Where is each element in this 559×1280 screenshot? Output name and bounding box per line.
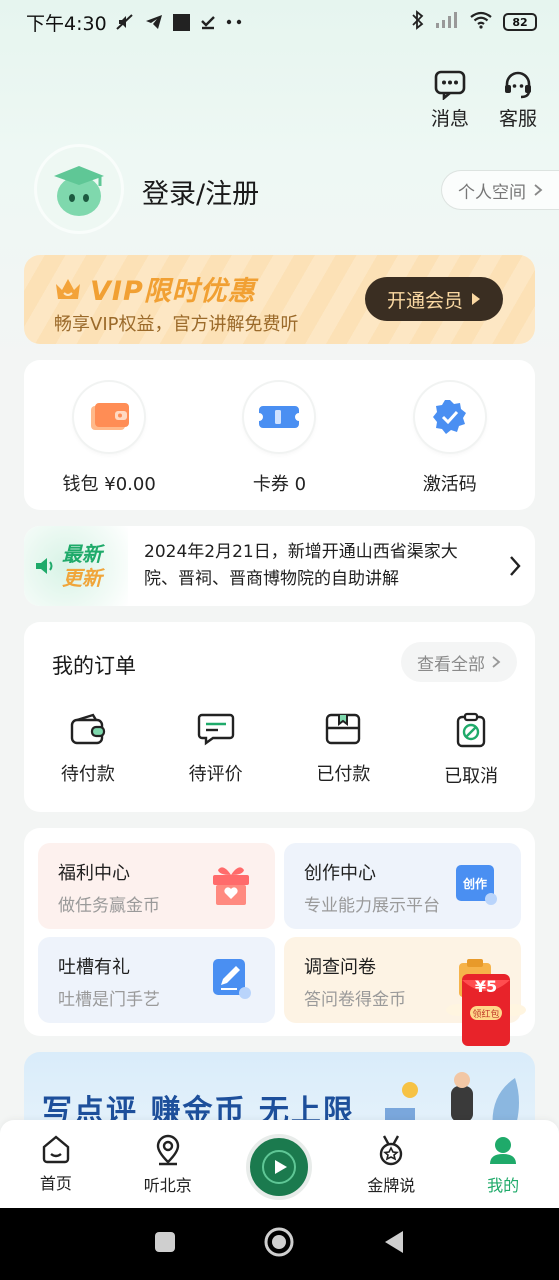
feedback-reward-item[interactable]: 吐槽有礼 吐槽是门手艺 (38, 937, 275, 1023)
paid-item[interactable]: 已付款 (280, 712, 408, 788)
customer-service-button[interactable]: 客服 (499, 70, 537, 131)
signal-icon (435, 11, 459, 34)
tab-label: 听北京 (143, 1176, 192, 1195)
square-icon (172, 13, 190, 31)
tab-label: 首页 (39, 1174, 72, 1193)
cancelled-item[interactable]: 已取消 (407, 712, 535, 788)
tab-gold-talk[interactable]: 金牌说 (335, 1120, 447, 1208)
red-packet-label: 领红包 (472, 1008, 499, 1020)
more-dots-icon (226, 19, 244, 25)
back-triangle-icon[interactable] (382, 1229, 406, 1259)
order-status-row: 待付款 待评价 已付款 已取消 (24, 712, 535, 788)
messages-label: 消息 (430, 108, 469, 130)
feedback-icon (209, 955, 253, 1005)
red-packet-amount: ¥5 (475, 977, 497, 996)
headset-icon (504, 71, 531, 99)
tab-home[interactable]: 首页 (0, 1120, 112, 1208)
recents-square-icon[interactable] (154, 1231, 176, 1257)
red-packet-float[interactable]: ¥5 领红包 (444, 968, 528, 1054)
comment-icon (197, 713, 234, 746)
activation-code-item[interactable]: 激活码 (365, 360, 535, 510)
vip-title: VIP限时优惠 (54, 269, 256, 308)
paid-icon (326, 713, 361, 745)
vip-title-text: VIP限时优惠 (90, 276, 256, 307)
wallet-label: 钱包 ¥0.00 (62, 474, 156, 495)
pending-review-item[interactable]: 待评价 (152, 712, 280, 788)
profile-section: 登录/注册 个人空间 (34, 144, 559, 236)
triangle-right-icon (472, 293, 480, 305)
red-envelope-icon: ¥5 领红包 (446, 974, 526, 1046)
service-label: 客服 (498, 108, 537, 130)
order-label: 已取消 (444, 766, 499, 787)
home-circle-icon[interactable] (263, 1226, 295, 1262)
tab-player[interactable] (224, 1120, 336, 1208)
wallet-card: 钱包 ¥0.00 卡券 0 激活码 (24, 360, 535, 510)
telegram-icon (145, 13, 163, 31)
profile-icon (490, 1137, 517, 1164)
download-done-icon (200, 14, 216, 30)
activation-icon (414, 382, 485, 452)
wallet-icon (74, 382, 145, 452)
coupon-icon (244, 382, 315, 452)
status-time: 下午4:30 (26, 12, 107, 35)
view-all-label: 查看全部 (417, 654, 485, 675)
gift-icon (209, 861, 253, 911)
personal-space-label: 个人空间 (458, 182, 526, 203)
creation-icon-text: 创作 (462, 876, 487, 891)
battery-icon: 82 (503, 13, 537, 31)
badge-line2: 更新 (62, 566, 102, 590)
personal-space-button[interactable]: 个人空间 (441, 170, 559, 210)
avatar[interactable] (34, 144, 124, 234)
tab-listen-beijing[interactable]: 听北京 (112, 1120, 224, 1208)
order-label: 已付款 (316, 764, 371, 785)
wallet-outline-icon (70, 713, 105, 745)
mascot-avatar-icon (54, 166, 104, 216)
welfare-center-item[interactable]: 福利中心 做任务赢金币 (38, 843, 275, 929)
wifi-icon (469, 11, 493, 34)
status-bar: 下午4:30 82 (0, 0, 559, 44)
coupon-label: 卡券 0 (252, 474, 307, 495)
vip-subtitle: 畅享VIP权益，官方讲解免费听 (54, 314, 299, 335)
tab-label: 我的 (487, 1176, 520, 1195)
creation-icon: 创作 (453, 861, 499, 911)
chevron-right-icon (492, 656, 501, 668)
crown-icon (56, 278, 80, 299)
wallet-item[interactable]: 钱包 ¥0.00 (24, 360, 194, 510)
top-actions: 消息 客服 (431, 70, 537, 131)
order-label: 待评价 (188, 764, 243, 785)
vip-banner[interactable]: VIP限时优惠 畅享VIP权益，官方讲解免费听 开通会员 (24, 255, 535, 344)
system-navigation-bar (0, 1208, 559, 1280)
news-banner[interactable]: 最新 更新 2024年2月21日，新增开通山西省渠家大院、晋祠、晋商博物院的自助… (24, 526, 535, 606)
location-icon (156, 1134, 179, 1166)
bottom-tab-bar: 首页 听北京 金牌说 我的 (0, 1120, 559, 1208)
login-register-link[interactable]: 登录/注册 (142, 172, 259, 211)
home-icon (42, 1135, 70, 1164)
open-vip-button[interactable]: 开通会员 (365, 277, 503, 321)
chevron-right-icon (534, 184, 543, 196)
medal-icon (380, 1135, 403, 1166)
orders-title: 我的订单 (52, 654, 136, 678)
badge-line1: 最新 (62, 542, 102, 566)
tab-mine[interactable]: 我的 (447, 1120, 559, 1208)
news-chevron-right-icon (495, 554, 535, 578)
cancelled-icon (456, 712, 486, 748)
pending-payment-item[interactable]: 待付款 (24, 712, 152, 788)
coupon-item[interactable]: 卡券 0 (194, 360, 364, 510)
view-all-orders-button[interactable]: 查看全部 (401, 642, 517, 682)
latest-update-badge: 最新 更新 (24, 526, 128, 606)
activation-label: 激活码 (422, 474, 477, 495)
speaker-icon (36, 558, 53, 574)
news-text: 2024年2月21日，新增开通山西省渠家大院、晋祠、晋商博物院的自助讲解 (144, 542, 458, 589)
play-button[interactable] (246, 1134, 313, 1200)
mute-icon (115, 12, 135, 32)
tab-label: 金牌说 (367, 1176, 416, 1195)
message-icon (434, 70, 466, 100)
creation-center-item[interactable]: 创作中心 专业能力展示平台 创作 (284, 843, 521, 929)
order-label: 待付款 (60, 764, 115, 785)
open-vip-label: 开通会员 (386, 289, 463, 312)
messages-button[interactable]: 消息 (431, 70, 469, 131)
bluetooth-icon (411, 9, 425, 35)
play-icon (262, 1150, 297, 1184)
orders-card: 我的订单 查看全部 待付款 待评价 已付款 已取消 (24, 622, 535, 812)
